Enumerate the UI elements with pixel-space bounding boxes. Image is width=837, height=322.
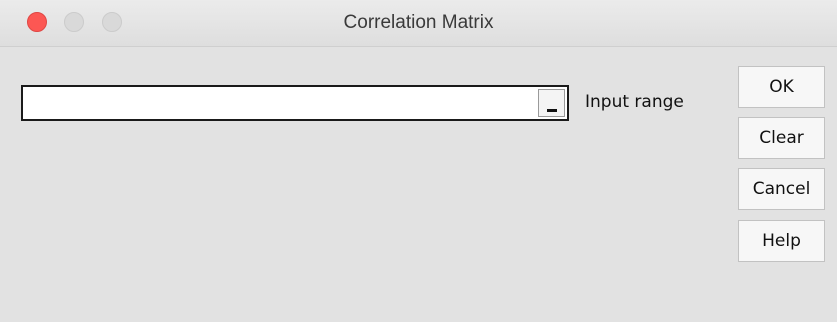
cancel-button[interactable]: Cancel: [738, 168, 825, 210]
correlation-matrix-dialog: Correlation Matrix Input range OK Clear …: [0, 0, 837, 322]
ok-button[interactable]: OK: [738, 66, 825, 108]
input-range-field[interactable]: [21, 85, 569, 121]
help-button[interactable]: Help: [738, 220, 825, 262]
range-picker-button[interactable]: [538, 89, 565, 117]
window-title: Correlation Matrix: [343, 12, 494, 33]
clear-button[interactable]: Clear: [738, 117, 825, 159]
title-bar[interactable]: Correlation Matrix: [0, 0, 837, 47]
range-selector-icon: [547, 109, 557, 112]
input-range-input[interactable]: [23, 87, 533, 119]
input-range-label: Input range: [585, 92, 684, 112]
